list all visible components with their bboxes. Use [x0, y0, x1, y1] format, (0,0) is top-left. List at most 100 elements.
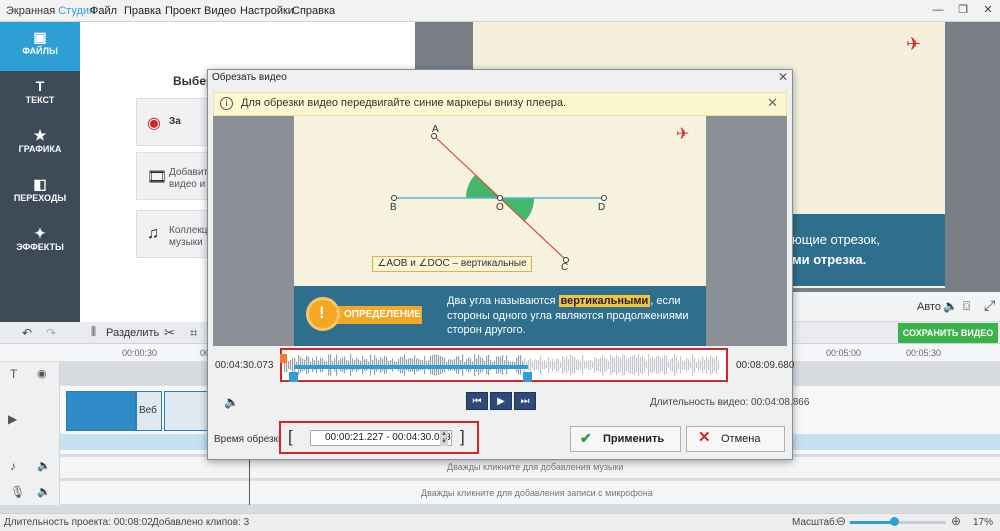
sidebar-item-files[interactable]: ▣ ФАЙЛЫ: [0, 22, 80, 71]
sidebar-item-effects[interactable]: ✦ ЭФФЕКТЫ: [0, 218, 80, 267]
label-d: D: [598, 202, 606, 213]
play-button[interactable]: ▶: [490, 392, 512, 410]
waveform-bar: [680, 356, 682, 374]
dialog-close-icon[interactable]: ✕: [778, 70, 788, 84]
undo-icon[interactable]: ↶: [22, 326, 32, 340]
sidebar-item-transitions[interactable]: ◧ ПЕРЕХОДЫ: [0, 169, 80, 218]
previous-frame-button[interactable]: ⏮: [466, 392, 488, 410]
set-start-bracket-button[interactable]: [: [288, 427, 293, 447]
waveform-bar: [608, 361, 610, 369]
menu-project[interactable]: Проект: [165, 5, 201, 17]
zoom-label: Масштаб:: [792, 517, 838, 528]
point-d: [601, 195, 607, 201]
waveform-bar: [678, 360, 680, 370]
menu-edit[interactable]: Правка: [124, 5, 161, 17]
waveform-bar: [662, 358, 664, 372]
waveform-bar: [564, 358, 566, 372]
transitions-icon: ◧: [33, 176, 47, 192]
music-volume-icon[interactable]: 🔈: [37, 459, 51, 472]
waveform-bar: [596, 358, 598, 372]
end-spin-down[interactable]: ▼: [440, 439, 448, 446]
waveform-bar: [622, 354, 624, 376]
waveform-bar: [682, 360, 684, 370]
text-track-icon: T: [10, 367, 18, 381]
waveform-bar: [586, 361, 588, 369]
waveform-bar: [710, 354, 712, 376]
info-icon: i: [220, 97, 233, 110]
info-close-icon[interactable]: ✕: [767, 95, 778, 111]
dialog-volume-icon[interactable]: 🔈: [224, 395, 239, 409]
volume-icon[interactable]: 🔈: [943, 299, 958, 313]
waveform-bar: [544, 360, 546, 370]
maximize-button[interactable]: ❐: [955, 3, 971, 18]
exclamation-icon: !: [306, 297, 340, 331]
label-a: A: [432, 124, 439, 135]
end-spin-up[interactable]: ▲: [440, 431, 448, 438]
zoom-value: 17%: [973, 517, 994, 528]
camera-icon[interactable]: ⌼: [963, 299, 970, 314]
waveform-bar: [692, 354, 694, 376]
waveform-bar: [632, 355, 634, 375]
split-button[interactable]: Разделить: [106, 327, 159, 339]
next-frame-button[interactable]: ⏭: [514, 392, 536, 410]
waveform-bar: [706, 356, 708, 374]
sidebar-item-label: ЭФФЕКТЫ: [16, 242, 64, 252]
close-window-button[interactable]: ✕: [980, 3, 996, 18]
waveform-bar: [602, 354, 604, 376]
label-c: C: [561, 262, 569, 273]
zoom-out-icon[interactable]: ⊖: [836, 514, 846, 528]
waveform-bar: [556, 358, 558, 372]
waveform-bar: [664, 354, 666, 376]
mic-icon: 🎙: [10, 485, 26, 499]
sidebar-item-label: ТЕКСТ: [25, 95, 55, 105]
waveform-bar: [660, 357, 662, 373]
trim-selection-bar: [294, 365, 528, 369]
label-b: B: [390, 202, 397, 213]
waveform-bar: [666, 356, 668, 374]
waveform-bar: [688, 359, 690, 371]
text-icon: T: [35, 78, 45, 94]
cut-time-field[interactable]: 00:00:21.227 - 00:04:30.093: [310, 430, 452, 446]
crop-icon[interactable]: ⌗: [190, 325, 197, 341]
waveform-bar: [668, 361, 670, 369]
cut-icon[interactable]: ✂: [164, 325, 175, 341]
eye-icon[interactable]: ◉: [37, 367, 47, 380]
timeline-clip[interactable]: [66, 391, 136, 431]
waveform-bar: [646, 361, 648, 369]
waveform-bar: [676, 356, 678, 374]
star-icon: ★: [33, 127, 47, 143]
trim-end-marker[interactable]: [523, 372, 532, 382]
folder-icon: ▣: [33, 29, 47, 45]
redo-icon[interactable]: ↷: [46, 326, 56, 340]
timeline-clip[interactable]: [164, 391, 208, 431]
zoom-slider-handle[interactable]: [890, 517, 899, 526]
menu-settings[interactable]: Настройки: [240, 5, 294, 17]
aspect-auto-label[interactable]: Авто: [917, 301, 941, 313]
zoom-in-icon[interactable]: ⊕: [951, 514, 961, 528]
save-video-button[interactable]: СОХРАНИТЬ ВИДЕО: [898, 323, 998, 343]
sidebar-item-graphics[interactable]: ★ ГРАФИКА: [0, 120, 80, 169]
waveform-bar: [612, 356, 614, 374]
menu-file[interactable]: Файл: [90, 5, 117, 17]
label-o: O: [496, 202, 504, 213]
waveform-bar: [624, 354, 626, 376]
waveform-bar: [640, 356, 642, 374]
mic-track[interactable]: Дважды кликните для добавления записи с …: [60, 480, 1000, 504]
definition-label: ОПРЕДЕЛЕНИЕ: [330, 306, 422, 324]
minimize-button[interactable]: —: [930, 3, 946, 18]
sidebar-item-text[interactable]: T ТЕКСТ: [0, 71, 80, 120]
tile-label: Коллекц музыки: [169, 225, 208, 248]
set-end-bracket-button[interactable]: ]: [460, 427, 465, 447]
waveform-bar: [714, 358, 716, 372]
waveform-bar: [644, 358, 646, 372]
timeline-clip-label[interactable]: Веб: [136, 391, 162, 431]
menu-help[interactable]: Справка: [292, 5, 335, 17]
fullscreen-icon[interactable]: ⤢: [984, 297, 995, 314]
ruler-tick: 00:05:30: [906, 348, 942, 358]
mic-volume-icon[interactable]: 🔈: [37, 485, 51, 498]
menu-video[interactable]: Видео: [204, 5, 236, 17]
trim-start-marker[interactable]: [289, 372, 298, 382]
playback-position-marker[interactable]: [280, 354, 287, 363]
waveform-bar: [620, 358, 622, 372]
clip-label: Веб: [139, 405, 157, 416]
